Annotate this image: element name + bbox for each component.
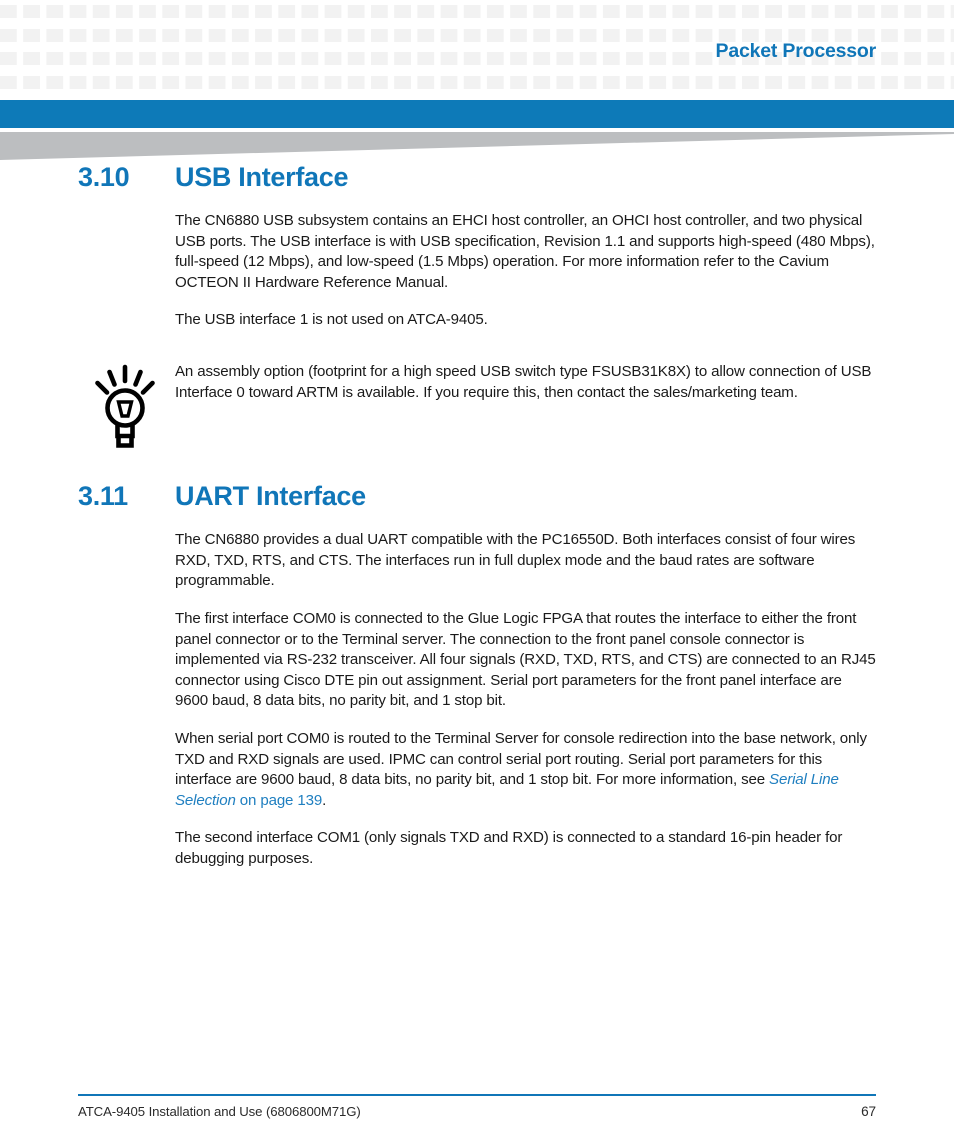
section-heading-3-11: 3.11 UART Interface [0,481,954,519]
section-title: UART Interface [175,481,366,512]
paragraph-com0-routing: The first interface COM0 is connected to… [175,609,876,710]
footer-rule [78,1093,876,1096]
page-content: 3.10 USB Interface The CN6880 USB subsys… [0,162,954,869]
paragraph-usb-overview: The CN6880 USB subsystem contains an EHC… [175,212,875,291]
paragraph-com0-terminal-server: When serial port COM0 is routed to the T… [175,729,876,811]
section-uart-interface: 3.11 UART Interface The CN6880 provides … [0,481,954,869]
header-gray-wedge [0,132,954,160]
page-header: Packet Processor [0,0,954,100]
paragraph-lead-text: When serial port COM0 is routed to the T… [175,729,867,789]
paragraph-uart-overview: The CN6880 provides a dual UART compatib… [175,531,856,590]
footer-row: ATCA-9405 Installation and Use (6806800M… [78,1104,876,1119]
note-text: An assembly option (footprint for a high… [175,362,872,401]
paragraph-usb-interface-1: The USB interface 1 is not used on ATCA-… [175,311,488,329]
section-usb-interface: 3.10 USB Interface The CN6880 USB subsys… [0,162,954,448]
page-footer: ATCA-9405 Installation and Use (6806800M… [78,1093,876,1119]
lightbulb-tip-icon [95,364,155,448]
section-title: USB Interface [175,162,349,192]
footer-document-title: ATCA-9405 Installation and Use (6806800M… [78,1104,361,1119]
section-heading-3-10: 3.10 USB Interface [0,162,954,200]
paragraph-trailing-punctuation: . [322,791,327,809]
cross-reference-link-page[interactable]: on page 139 [236,792,322,809]
note-tip-usb-assembly-option: An assembly option (footprint for a high… [0,362,954,448]
paragraph-com1-header: The second interface COM1 (only signals … [175,829,843,867]
section-number: 3.10 [78,162,130,192]
footer-page-number: 67 [861,1104,876,1119]
page-header-title: Packet Processor [715,40,877,62]
header-blue-bar [0,100,954,128]
section-number: 3.11 [78,481,128,512]
